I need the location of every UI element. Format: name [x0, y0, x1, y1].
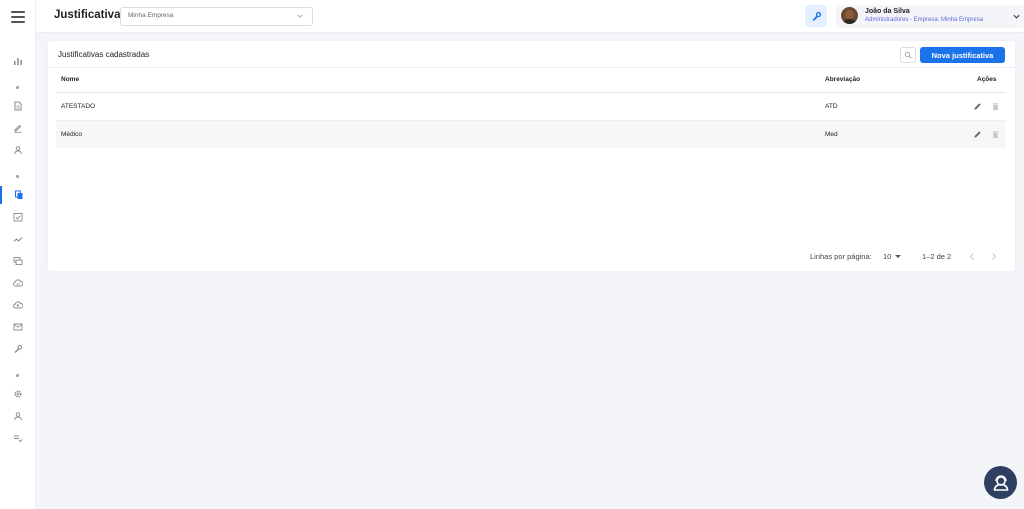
- chevron-down-icon: [1013, 14, 1020, 19]
- row-abbreviation: ATD: [825, 103, 838, 110]
- column-header-abbreviation[interactable]: Abreviação: [825, 76, 860, 83]
- table-row[interactable]: Médico Med: [56, 121, 1006, 148]
- tools-button[interactable]: [805, 5, 827, 27]
- column-header-name[interactable]: Nome: [61, 76, 79, 83]
- top-bar: Justificativas Minha Empresa João da Sil…: [36, 0, 1024, 33]
- table-row[interactable]: ATESTADO ATD: [56, 93, 1006, 120]
- new-justification-button[interactable]: Nova justificativa: [920, 47, 1005, 63]
- divider: [48, 67, 1015, 68]
- user-role: Administradores - Empresa: Minha Empresa: [865, 17, 984, 23]
- edit-icon[interactable]: [973, 102, 982, 111]
- company-select[interactable]: Minha Empresa: [120, 7, 313, 26]
- row-name: ATESTADO: [61, 103, 96, 110]
- row-name: Médico: [61, 131, 82, 138]
- cloud-upload-icon[interactable]: [0, 296, 36, 314]
- document-icon[interactable]: [0, 97, 36, 115]
- edit-icon[interactable]: [973, 130, 982, 139]
- avatar: [841, 7, 858, 24]
- user-name: João da Silva: [865, 8, 910, 15]
- list-check-icon[interactable]: [0, 429, 36, 447]
- sidebar: [0, 0, 36, 509]
- section-dot: [16, 175, 19, 178]
- chevron-left-icon[interactable]: [968, 252, 976, 261]
- wrench-icon: [812, 11, 821, 21]
- column-header-actions: Ações: [977, 76, 997, 83]
- wrench-icon[interactable]: [0, 340, 36, 358]
- delete-icon[interactable]: [991, 130, 1000, 139]
- trend-icon[interactable]: [0, 230, 36, 248]
- calendar-check-icon[interactable]: [0, 208, 36, 226]
- dropdown-arrow-icon[interactable]: [895, 255, 901, 258]
- rows-per-page-label: Linhas por página:: [810, 252, 872, 261]
- section-dot: [16, 374, 19, 377]
- help-button[interactable]: [984, 466, 1017, 499]
- company-select-value: Minha Empresa: [128, 12, 174, 19]
- chart-icon[interactable]: [0, 52, 36, 70]
- search-icon: [904, 51, 912, 59]
- chevron-down-icon: [297, 14, 303, 18]
- page-title: Justificativas: [54, 9, 127, 21]
- user-menu[interactable]: João da Silva Administradores - Empresa:…: [836, 5, 1024, 28]
- justifications-card: Justificativas cadastradas Nova justific…: [48, 41, 1015, 271]
- row-abbreviation: Med: [825, 131, 838, 138]
- files-icon[interactable]: [0, 186, 36, 204]
- user-icon[interactable]: [0, 407, 36, 425]
- cloud-icon[interactable]: [0, 274, 36, 292]
- search-button[interactable]: [900, 47, 916, 63]
- delete-icon[interactable]: [991, 102, 1000, 111]
- edit-icon[interactable]: [0, 119, 36, 137]
- gear-icon[interactable]: [0, 385, 36, 403]
- section-dot: [16, 86, 19, 89]
- mail-icon[interactable]: [0, 318, 36, 336]
- rows-per-page-select[interactable]: 10: [883, 252, 891, 261]
- pagination-range: 1–2 de 2: [922, 252, 952, 261]
- chevron-right-icon[interactable]: [990, 252, 998, 261]
- card-title: Justificativas cadastradas: [58, 50, 150, 59]
- menu-icon[interactable]: [11, 11, 25, 23]
- support-icon: [993, 474, 1008, 491]
- person-icon[interactable]: [0, 141, 36, 159]
- chat-icon[interactable]: [0, 252, 36, 270]
